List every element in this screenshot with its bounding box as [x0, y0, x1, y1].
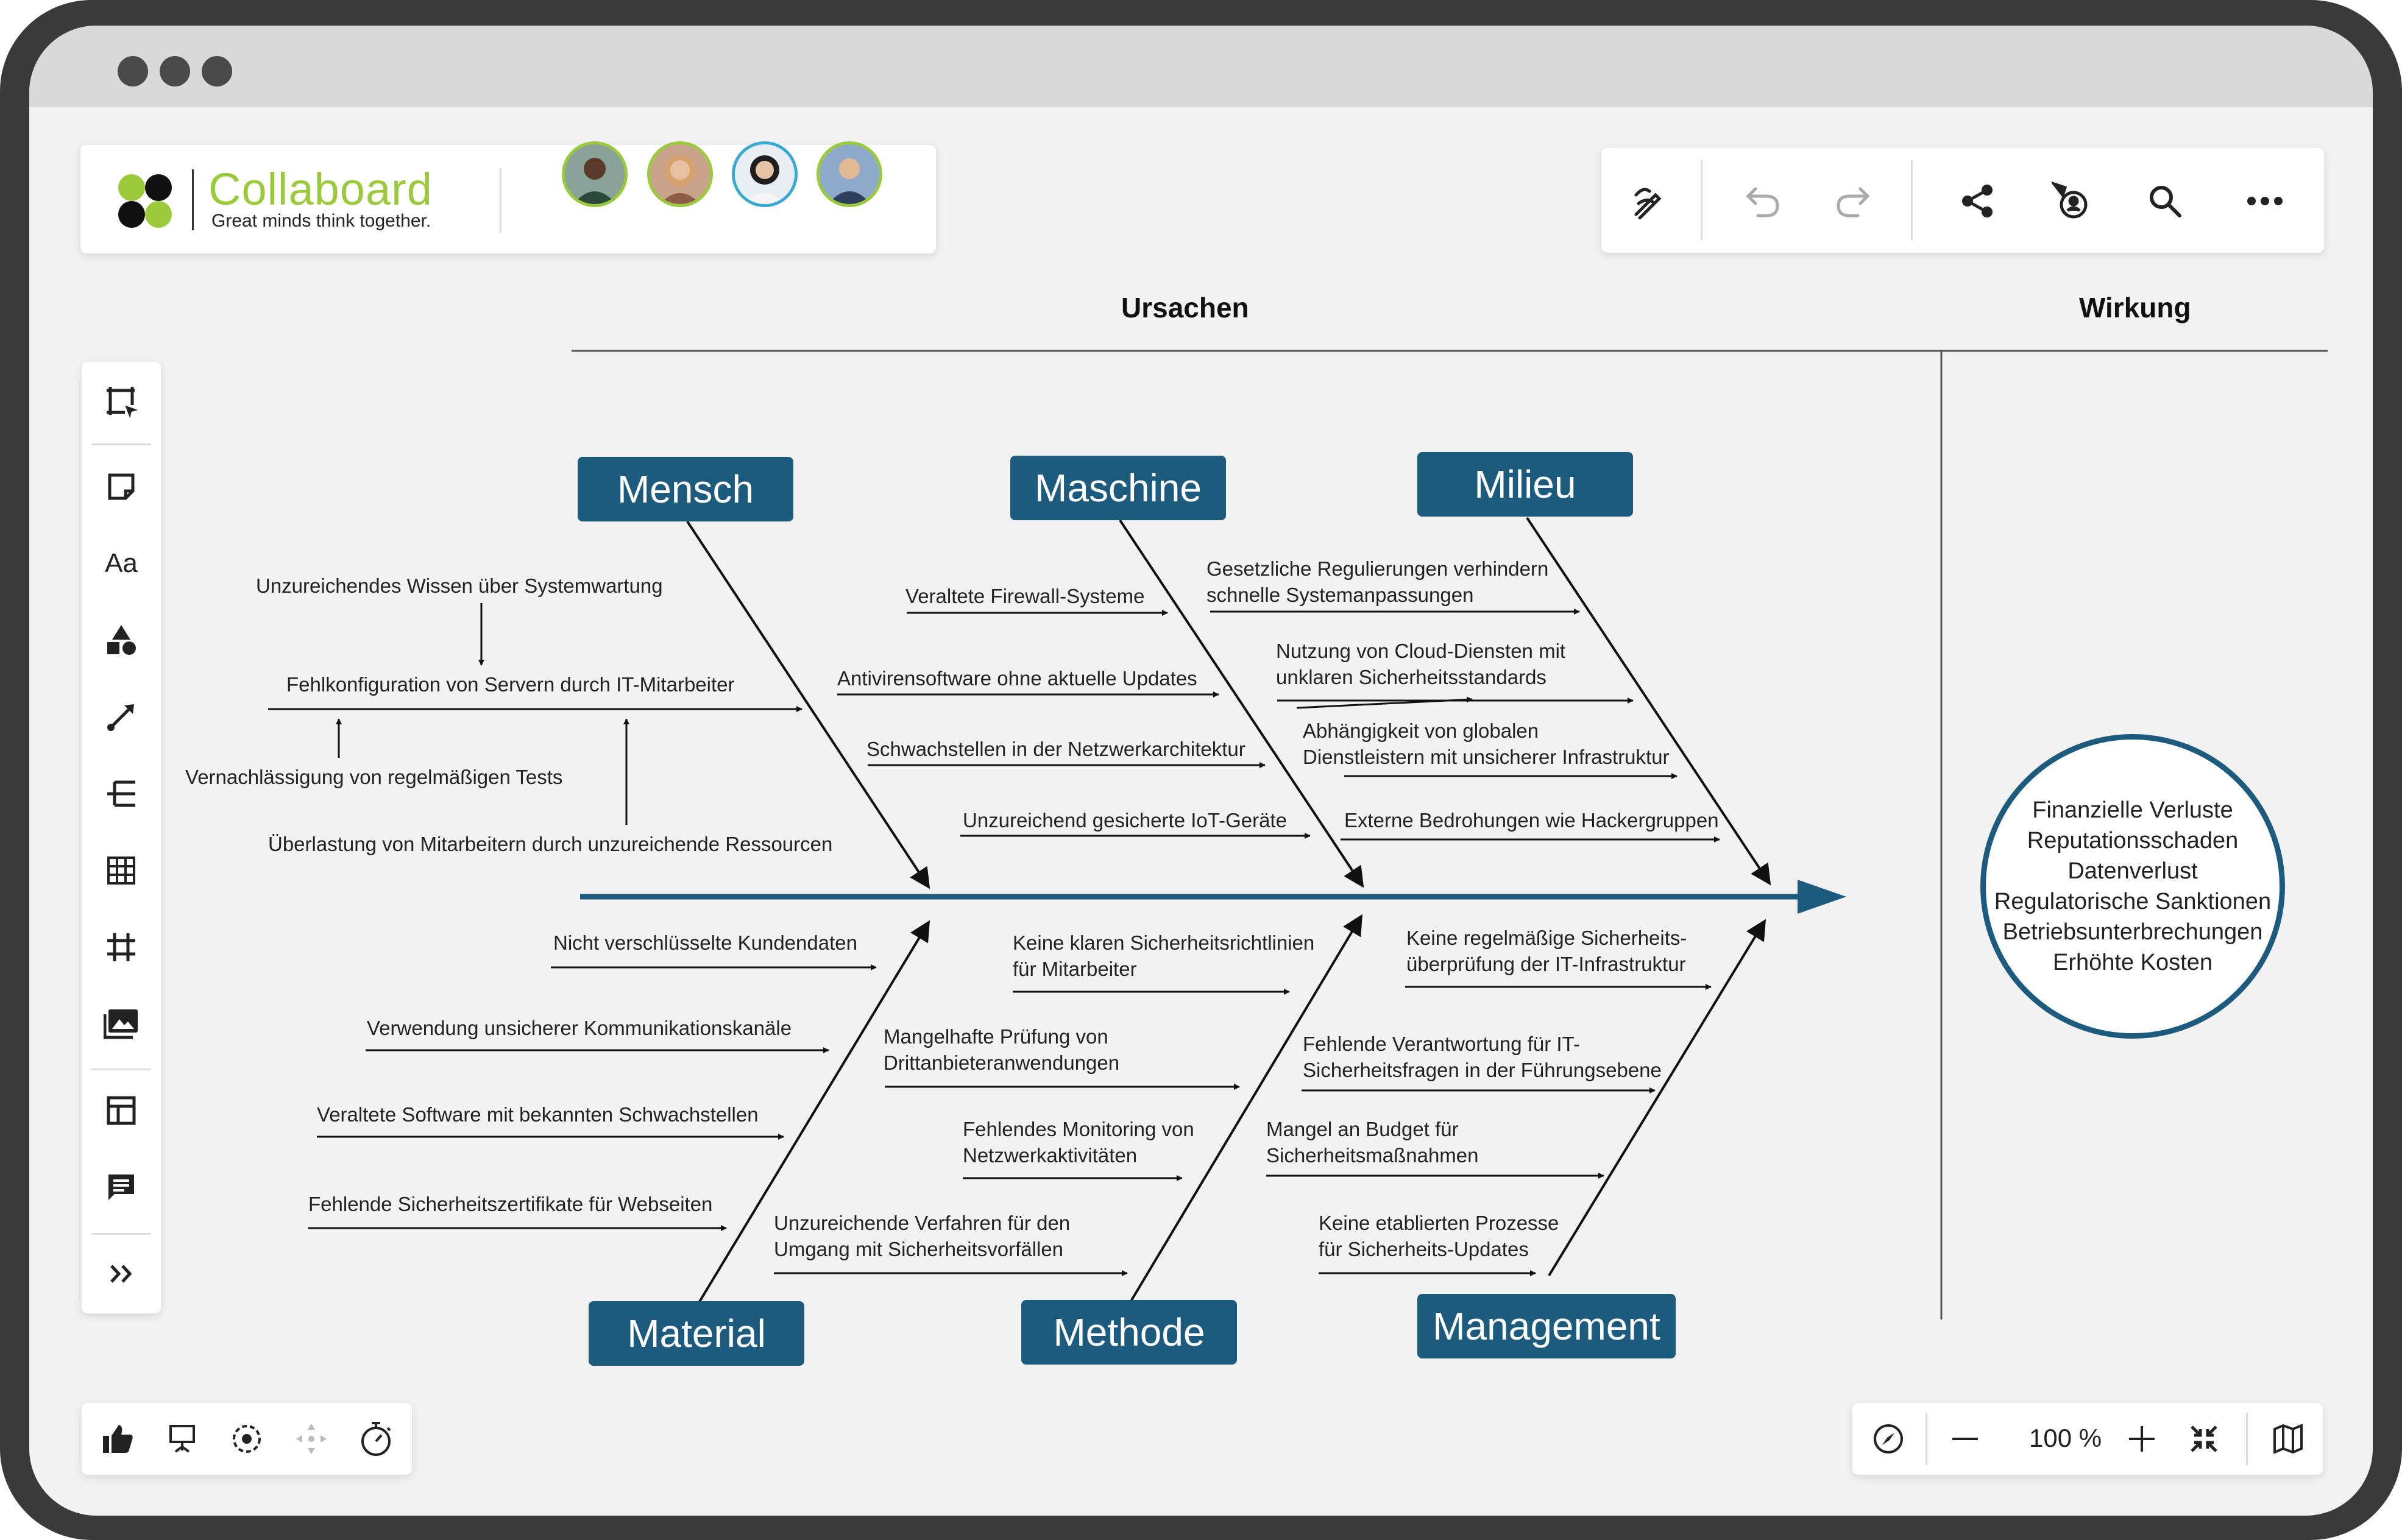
cause-text[interactable]: Fehlende Sicherheitszertifikate für Webs…: [308, 1191, 712, 1217]
cause-text[interactable]: Dienstleistern mit unsicherer Infrastruk…: [1303, 744, 1670, 770]
cause-text[interactable]: Veraltete Software mit bekannten Schwach…: [317, 1101, 759, 1128]
category-mensch[interactable]: Mensch: [578, 457, 793, 521]
fishbone-bones: [686, 517, 1771, 1305]
cause-text[interactable]: für Mitarbeiter: [1013, 956, 1137, 982]
category-methode[interactable]: Methode: [1021, 1300, 1237, 1365]
cause-text[interactable]: Drittanbieteranwendungen: [884, 1050, 1119, 1076]
cause-text[interactable]: Schwachstellen in der Netzwerkarchitektu…: [866, 736, 1245, 762]
fishbone-spine: [580, 880, 1846, 914]
cause-text[interactable]: Überlastung von Mitarbeitern durch unzur…: [268, 831, 832, 857]
category-management[interactable]: Management: [1417, 1294, 1676, 1358]
cause-text[interactable]: Fehlkonfiguration von Servern durch IT-M…: [286, 671, 735, 698]
cause-text[interactable]: Unzureichend gesicherte IoT-Geräte: [963, 807, 1287, 833]
cause-text[interactable]: Umgang mit Sicherheitsvorfällen: [774, 1236, 1063, 1262]
cause-text[interactable]: Abhängigkeit von globalen: [1303, 718, 1539, 744]
cause-text[interactable]: Sicherheitsfragen in der Führungsebene: [1303, 1057, 1662, 1083]
category-material[interactable]: Material: [589, 1301, 804, 1366]
cause-text[interactable]: Keine klaren Sicherheitsrichtlinien: [1013, 930, 1314, 956]
effect-item: Datenverlust: [2067, 858, 2198, 884]
cause-text[interactable]: unklaren Sicherheitsstandards: [1276, 664, 1546, 690]
effect-item: Reputationsschaden: [2027, 828, 2239, 853]
cause-text[interactable]: Antivirensoftware ohne aktuelle Updates: [837, 665, 1197, 691]
cause-text[interactable]: für Sicherheits-Updates: [1319, 1236, 1529, 1262]
cause-text[interactable]: Gesetzliche Regulierungen verhindern: [1206, 556, 1548, 582]
heading-effect: Wirkung: [2079, 292, 2191, 323]
cause-text[interactable]: Unzureichendes Wissen über Systemwartung: [256, 573, 663, 599]
cause-text[interactable]: Sicherheitsmaßnahmen: [1266, 1142, 1479, 1168]
cause-text[interactable]: Nutzung von Cloud-Diensten mit: [1276, 638, 1565, 664]
cause-text[interactable]: Verwendung unsicherer Kommunikationskanä…: [367, 1015, 792, 1041]
effect-item: Regulatorische Sanktionen: [1994, 889, 2272, 914]
effect-item: Erhöhte Kosten: [2053, 950, 2212, 975]
cause-text[interactable]: Veraltete Firewall-Systeme: [905, 583, 1144, 609]
cause-text[interactable]: Externe Bedrohungen wie Hackergruppen: [1344, 807, 1719, 833]
cause-text[interactable]: Nicht verschlüsselte Kundendaten: [553, 930, 857, 956]
effect-item: Finanzielle Verluste: [2032, 797, 2233, 823]
cause-text[interactable]: Mangelhafte Prüfung von: [884, 1023, 1108, 1050]
cause-text[interactable]: Netzwerkaktivitäten: [963, 1142, 1137, 1168]
effect-circle[interactable]: Finanzielle Verluste Reputationsschaden …: [1980, 734, 2285, 1039]
cause-text[interactable]: Vernachlässigung von regelmäßigen Tests: [185, 764, 562, 790]
cause-text[interactable]: Unzureichende Verfahren für den: [774, 1210, 1070, 1236]
cause-text[interactable]: Keine etablierten Prozesse: [1319, 1210, 1559, 1236]
cause-text[interactable]: überprüfung der IT-Infrastruktur: [1406, 951, 1686, 977]
category-milieu[interactable]: Milieu: [1417, 452, 1633, 517]
cause-text[interactable]: Fehlendes Monitoring von: [963, 1116, 1194, 1142]
heading-causes: Ursachen: [1121, 292, 1249, 323]
category-maschine[interactable]: Maschine: [1010, 456, 1226, 520]
cause-text[interactable]: Fehlende Verantwortung für IT-: [1303, 1031, 1580, 1057]
cause-text[interactable]: Keine regelmäßige Sicherheits-: [1406, 925, 1687, 951]
cause-text[interactable]: schnelle Systemanpassungen: [1206, 582, 1473, 608]
cause-text[interactable]: Mangel an Budget für: [1266, 1116, 1459, 1142]
effect-item: Betriebsunterbrechungen: [2002, 919, 2263, 945]
